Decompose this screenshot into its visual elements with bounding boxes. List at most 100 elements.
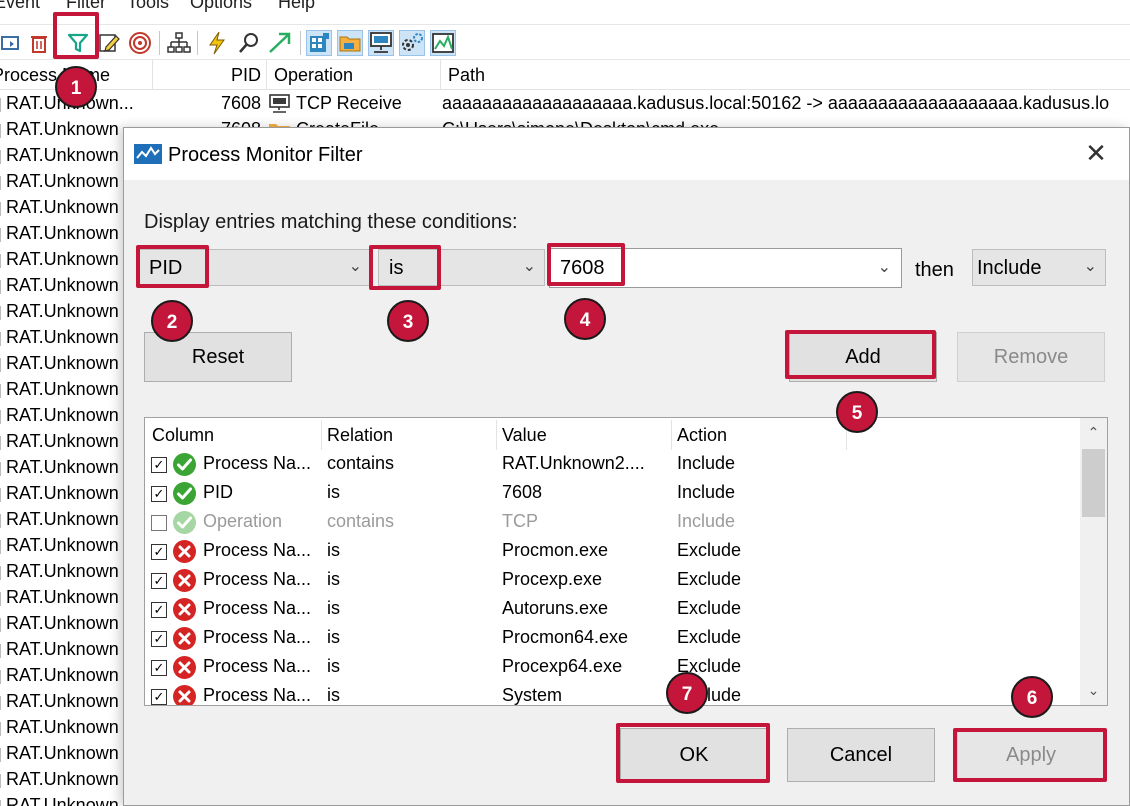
scroll-down-icon[interactable]: ⌄ [1080, 682, 1107, 699]
header-pid[interactable]: PID [231, 65, 261, 86]
cancel-button-label: Cancel [829, 744, 893, 766]
filter-value: System [502, 685, 563, 705]
menu-bar: Event Filter Tools Options Help [0, 0, 1130, 22]
enable-checkbox[interactable]: ✓ [151, 486, 167, 502]
dialog-titlebar: Process Monitor Filter ✕ [124, 128, 1129, 180]
cell-process-name: RAT.Unknown [6, 301, 119, 321]
cell-process-name: RAT.Unknown [6, 639, 119, 659]
highlight-relation-select [369, 245, 441, 290]
menu-options[interactable]: Options [190, 0, 252, 13]
filter-row[interactable]: ✓ Process Na... contains RAT.Unknown2.... In… [145, 450, 1080, 479]
process-icon [0, 774, 4, 788]
menu-help[interactable]: Help [278, 0, 315, 13]
process-icon [0, 358, 4, 372]
scroll-up-icon[interactable]: ⌃ [1080, 424, 1107, 441]
menu-event[interactable]: Event [0, 0, 40, 13]
step-badge-4: 4 [564, 298, 606, 340]
event-icon[interactable] [204, 30, 230, 56]
filter-row[interactable]: ✓ Process Na... is Autoruns.exe Exclude [145, 595, 1080, 624]
filter-dialog: Process Monitor Filter ✕ Display entries… [123, 127, 1130, 806]
action-select[interactable]: Include ⌄ [972, 249, 1106, 286]
process-icon [0, 384, 4, 398]
process-icon [0, 436, 4, 450]
profiling-icon[interactable] [430, 30, 456, 56]
filter-value: TCP [502, 511, 538, 531]
cell-process-name: RAT.Unknown [6, 431, 119, 451]
process-icon [0, 124, 4, 138]
cell-process-name: RAT.Unknown [6, 197, 119, 217]
filter-row[interactable]: ✓ Process Na... is Procexp.exe Exclude [145, 566, 1080, 595]
menu-tools[interactable]: Tools [127, 0, 169, 13]
filter-relation: is [327, 569, 340, 589]
process-icon [0, 306, 4, 320]
filter-column: Process Na... [203, 540, 312, 560]
process-icon [0, 618, 4, 632]
header-value[interactable]: Value [502, 425, 547, 446]
filter-relation: is [327, 540, 340, 560]
cell-process-name: RAT.Unknown [6, 561, 119, 581]
filter-column: Process Na... [203, 656, 312, 676]
enable-checkbox[interactable]: ✓ [151, 660, 167, 676]
enable-checkbox[interactable]: ✓ [151, 689, 167, 705]
filter-row[interactable]: ✓ PID is 7608 Include [145, 479, 1080, 508]
find-icon[interactable] [236, 30, 262, 56]
enable-checkbox[interactable] [151, 515, 167, 531]
cell-path: aaaaaaaaaaaaaaaaaaa.kadusus.local:50162 … [442, 93, 1110, 113]
filter-relation: is [327, 482, 340, 502]
chevron-down-icon: ⌄ [1083, 258, 1097, 275]
process-icon [0, 514, 4, 528]
header-relation[interactable]: Relation [327, 425, 393, 446]
header-action[interactable]: Action [677, 425, 727, 446]
close-icon[interactable]: ✕ [1081, 140, 1111, 166]
process-icon [0, 410, 4, 424]
filter-row[interactable]: ✓ Process Na... is System Exclude [145, 682, 1080, 705]
filter-value: Procmon64.exe [502, 627, 629, 647]
remove-button[interactable]: Remove [957, 332, 1105, 382]
process-icon [0, 150, 4, 164]
enable-checkbox[interactable]: ✓ [151, 602, 167, 618]
process-tree-icon[interactable] [166, 30, 192, 56]
cell-process-name: RAT.Unknown [6, 457, 119, 477]
filesystem-icon[interactable] [337, 30, 363, 56]
header-operation[interactable]: Operation [274, 65, 353, 86]
filter-row[interactable]: ✓ Process Na... is Procexp64.exe Exclude [145, 653, 1080, 682]
cell-process-name: RAT.Unknown [6, 613, 119, 633]
cell-process-name: RAT.Unknown [6, 587, 119, 607]
cell-process-name: RAT.Unknown [6, 717, 119, 737]
target-icon[interactable] [127, 30, 153, 56]
toolbar [0, 24, 1130, 60]
enable-checkbox[interactable]: ✓ [151, 457, 167, 473]
process-icon [0, 670, 4, 684]
clear-icon[interactable] [26, 30, 52, 56]
exclude-x-icon [172, 597, 197, 622]
process-icon [0, 98, 4, 112]
network-icon[interactable] [368, 30, 394, 56]
filter-action: Include [677, 511, 736, 531]
filter-column: Process Na... [203, 569, 312, 589]
jump-icon[interactable] [267, 30, 293, 56]
registry-icon[interactable] [306, 30, 332, 56]
cell-process-name: RAT.Unknown [6, 223, 119, 243]
autoscroll-icon[interactable] [0, 30, 24, 56]
step-badge-5: 5 [836, 391, 878, 433]
filter-action: Exclude [677, 627, 742, 647]
enable-checkbox[interactable]: ✓ [151, 573, 167, 589]
toolbar-separator [300, 31, 301, 55]
scrollbar-thumb[interactable] [1082, 449, 1105, 517]
header-path[interactable]: Path [448, 65, 485, 86]
enable-checkbox[interactable]: ✓ [151, 544, 167, 560]
process-thread-icon[interactable] [399, 30, 425, 56]
filter-action: Include [677, 482, 736, 502]
enable-checkbox[interactable]: ✓ [151, 631, 167, 647]
cell-process-name: RAT.Unknown [6, 509, 119, 529]
filter-row[interactable]: Operation contains TCP Include [145, 508, 1080, 537]
filter-row[interactable]: ✓ Process Na... is Procmon64.exe Exclude [145, 624, 1080, 653]
table-row[interactable]: RAT.Unknown...7608TCP Receiveaaaaaaaaaaa… [0, 92, 1130, 118]
header-column[interactable]: Column [152, 425, 214, 446]
filter-action: Exclude [677, 569, 742, 589]
highlight-icon[interactable] [96, 30, 122, 56]
filter-row[interactable]: ✓ Process Na... is Procmon.exe Exclude [145, 537, 1080, 566]
cancel-button[interactable]: Cancel [787, 728, 935, 782]
process-icon [0, 644, 4, 658]
filter-list-scrollbar[interactable]: ⌃ ⌄ [1080, 418, 1107, 705]
